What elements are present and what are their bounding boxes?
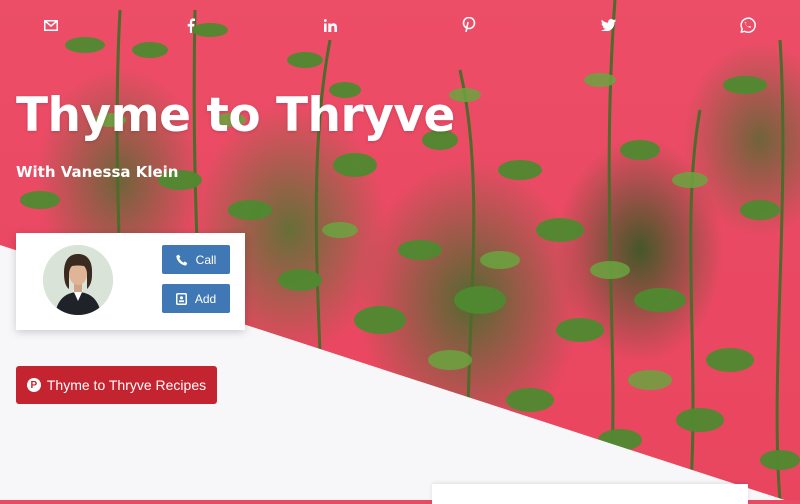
page-subtitle: With Vanessa Klein [16, 163, 179, 181]
pinterest-icon[interactable] [452, 8, 486, 42]
whatsapp-icon[interactable] [730, 8, 764, 42]
page-title: Thyme to Thryve [16, 88, 455, 143]
contact-card: Call Add [16, 233, 245, 330]
contact-card-icon [175, 292, 187, 305]
twitter-icon[interactable] [591, 8, 625, 42]
bottom-content-panel [432, 484, 748, 504]
phone-icon [175, 254, 187, 266]
add-contact-button[interactable]: Add [162, 284, 230, 313]
pinterest-icon: P [26, 378, 41, 392]
call-button[interactable]: Call [162, 245, 230, 274]
add-button-label: Add [194, 291, 217, 306]
facebook-icon[interactable] [173, 8, 207, 42]
email-icon[interactable] [34, 8, 68, 42]
recipes-pinterest-button[interactable]: P Thyme to Thryve Recipes [16, 366, 217, 404]
linkedin-icon[interactable] [313, 8, 347, 42]
recipes-button-label: Thyme to Thryve Recipes [46, 377, 207, 393]
avatar [43, 245, 113, 315]
social-share-bar [0, 8, 800, 42]
call-button-label: Call [195, 252, 217, 267]
